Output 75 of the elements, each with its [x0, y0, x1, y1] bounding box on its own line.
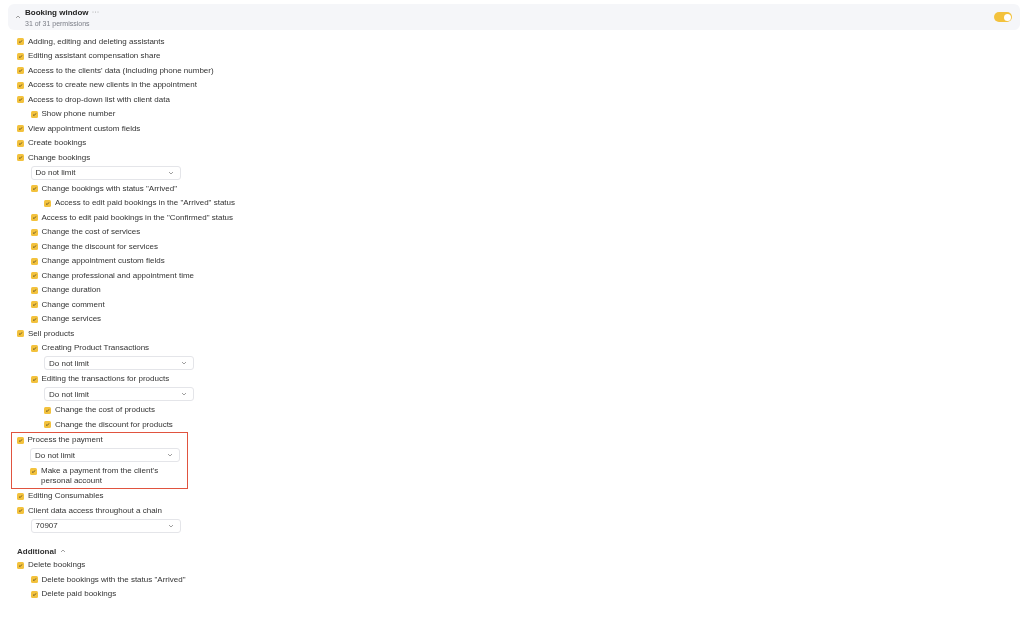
checkbox[interactable] — [17, 96, 24, 103]
checkbox[interactable] — [30, 228, 38, 236]
chevron-down-icon — [167, 170, 174, 175]
checkbox[interactable] — [30, 214, 38, 221]
checkbox[interactable] — [16, 436, 24, 444]
permission-label: Change the cost of products — [55, 405, 156, 415]
permission-label: Editing assistant compensation share — [28, 51, 161, 61]
permission-label: Editing the transactions for products — [41, 374, 170, 384]
permission-label: Change appointment custom fields — [41, 256, 165, 266]
checkbox[interactable] — [44, 199, 51, 207]
checkbox[interactable] — [30, 301, 38, 308]
chevron-down-icon — [181, 361, 187, 365]
permission-label: Change the discount for products — [55, 419, 173, 429]
dropdown[interactable]: 70907 — [30, 518, 181, 533]
checkbox[interactable] — [44, 406, 51, 414]
checkbox[interactable] — [30, 110, 38, 118]
checkbox[interactable] — [17, 561, 24, 569]
permission-label: Editing Consumables — [28, 491, 104, 501]
permission-label: View appointment custom fields — [28, 123, 141, 133]
dropdown[interactable]: Do not limit — [30, 165, 181, 180]
checkbox[interactable] — [17, 81, 24, 89]
permission-label: Create bookings — [28, 138, 87, 148]
panel-title: Booking window — [25, 7, 89, 17]
checkbox[interactable] — [17, 139, 24, 147]
dropdown[interactable]: Do not limit — [44, 356, 194, 370]
permission-label: Process the payment — [27, 435, 103, 445]
permission-label: Adding, editing and deleting assistants — [28, 36, 165, 46]
permission-label: Change bookings with status "Arrived" — [41, 183, 178, 193]
checkbox[interactable] — [17, 492, 24, 500]
permission-label: Access to edit paid bookings in the "Confirmed" status — [41, 212, 234, 222]
permission-label: Change professional and appointment time — [41, 270, 195, 280]
dropdown[interactable]: Do not limit — [30, 448, 180, 462]
checkbox[interactable] — [30, 590, 38, 598]
dropdown[interactable]: Do not limit — [44, 387, 194, 401]
checkbox[interactable] — [30, 257, 38, 265]
toggle-switch[interactable] — [994, 12, 1012, 22]
checkbox[interactable] — [30, 315, 38, 323]
chevron-down-icon — [167, 523, 174, 528]
chevron-down-icon — [167, 453, 173, 457]
checkbox[interactable] — [30, 344, 38, 352]
permission-label: Change duration — [41, 285, 101, 295]
permission-label: Change comment — [41, 299, 105, 309]
checkbox[interactable] — [30, 375, 38, 383]
permission-label: Delete bookings with the status "Arrived" — [41, 574, 186, 584]
permission-label: Access to create new clients in the appointment — [28, 80, 197, 90]
checkbox[interactable] — [17, 330, 24, 337]
permission-label: Change the cost of services — [41, 227, 141, 237]
chevron-down-icon — [181, 392, 187, 396]
checkbox[interactable] — [17, 38, 24, 45]
permission-label: Creating Product Transactions — [41, 343, 150, 353]
section-title: Additional — [17, 546, 57, 556]
checkbox[interactable] — [17, 67, 24, 74]
checkbox[interactable] — [17, 154, 24, 161]
checkbox[interactable] — [30, 286, 38, 294]
permission-label: Change services — [41, 314, 102, 324]
checkbox[interactable] — [30, 243, 38, 250]
checkbox[interactable] — [17, 507, 24, 514]
permission-label: Access to the clients' data (Including phone number) — [28, 65, 214, 75]
permission-label: Access to drop-down list with client data — [28, 94, 170, 104]
permission-label: Client data access throughout a chain — [28, 505, 162, 515]
permission-label: Delete bookings — [28, 560, 86, 570]
permission-label: Make a payment from the client's personal account — [41, 466, 160, 485]
checkbox[interactable] — [30, 185, 38, 192]
permission-label: Show phone number — [41, 109, 116, 119]
permission-label: Delete paid bookings — [41, 589, 117, 599]
permission-label: Access to edit paid bookings in the "Arrived" status — [55, 198, 235, 208]
permission-label: Change bookings — [28, 152, 91, 162]
checkbox[interactable] — [30, 576, 38, 583]
checkbox[interactable] — [17, 52, 24, 60]
permission-label: Change the discount for services — [41, 241, 158, 251]
permission-label: Sell products — [28, 328, 75, 338]
checkbox[interactable] — [17, 125, 24, 132]
checkbox[interactable] — [30, 467, 37, 475]
checkbox[interactable] — [44, 421, 51, 428]
checkbox[interactable] — [30, 272, 38, 279]
